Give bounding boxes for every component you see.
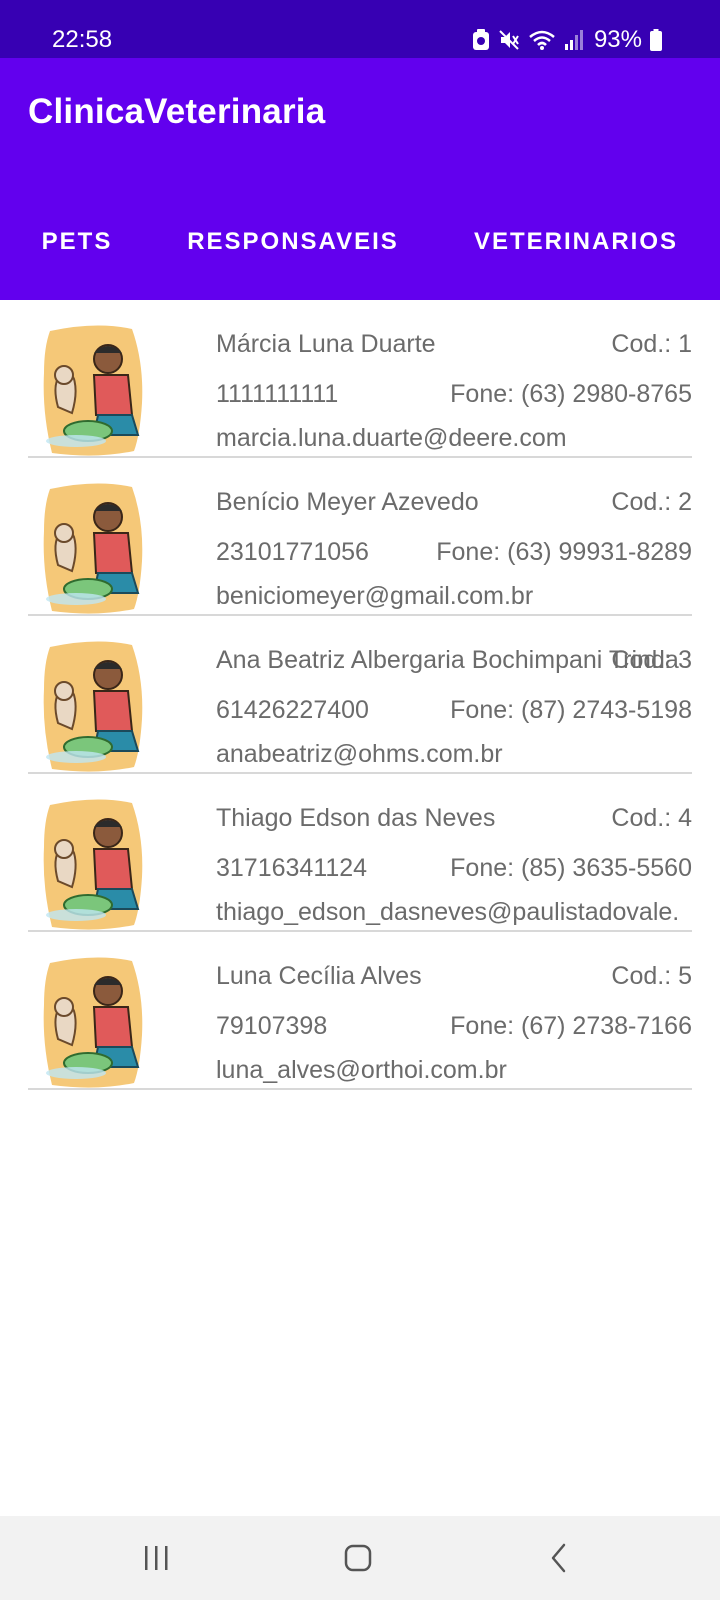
responsavel-email: luna_alves@orthoi.com.br: [216, 1056, 507, 1084]
responsavel-phone: Fone: (87) 2743-5198: [450, 696, 692, 724]
home-icon[interactable]: [328, 1536, 388, 1580]
responsavel-cpf: 31716341124: [216, 854, 368, 882]
responsaveis-list: Márcia Luna Duarte Cod.: 1 1111111111 Fo…: [28, 300, 692, 1090]
responsavel-cod: Cod.: 1: [611, 330, 692, 358]
signal-icon: [564, 29, 584, 51]
responsavel-info: Benício Meyer Azevedo Cod.: 2 2310177105…: [216, 458, 692, 614]
system-nav-bar: [0, 1516, 720, 1600]
responsavel-cod: Cod.: 4: [611, 804, 692, 832]
responsavel-email: beniciomeyer@gmail.com.br: [216, 582, 534, 610]
responsavel-email: marcia.luna.duarte@deere.com: [216, 424, 567, 452]
list-item[interactable]: Márcia Luna Duarte Cod.: 1 1111111111 Fo…: [28, 300, 692, 458]
battery-icon: [650, 29, 662, 51]
wifi-icon: [528, 29, 556, 51]
pet-owner-avatar: [36, 639, 148, 773]
responsavel-info: Ana Beatriz Albergaria Bochimpani Trinda…: [216, 616, 692, 772]
responsavel-cpf: 61426227400: [216, 696, 369, 724]
list-item[interactable]: Benício Meyer Azevedo Cod.: 2 2310177105…: [28, 458, 692, 616]
responsavel-phone: Fone: (67) 2738-7166: [450, 1012, 692, 1040]
status-icons: 93%: [472, 24, 662, 56]
list-item[interactable]: Ana Beatriz Albergaria Bochimpani Trinda…: [28, 616, 692, 774]
responsavel-info: Luna Cecília Alves Cod.: 5 79107398 Fone…: [216, 932, 692, 1088]
tab-bar: PETS RESPONSAVEIS VETERINARIOS: [0, 184, 720, 300]
back-icon[interactable]: [530, 1536, 590, 1580]
responsavel-phone: Fone: (85) 3635-5560: [450, 854, 692, 882]
battery-percent: 93%: [593, 26, 642, 53]
responsavel-name: Thiago Edson das Neves: [216, 804, 496, 832]
tab-pets[interactable]: PETS: [0, 184, 154, 300]
responsavel-cpf: 1111111111: [216, 380, 339, 408]
responsavel-name: Márcia Luna Duarte: [216, 330, 436, 358]
status-bar: 22:58 93%: [0, 0, 720, 58]
list-item[interactable]: Luna Cecília Alves Cod.: 5 79107398 Fone…: [28, 932, 692, 1090]
responsavel-name: Ana Beatriz Albergaria Bochimpani Trinda: [216, 646, 679, 674]
list-item[interactable]: Thiago Edson das Neves Cod.: 4 317163411…: [28, 774, 692, 932]
tab-veterinarios[interactable]: VETERINARIOS: [432, 184, 720, 300]
pet-owner-avatar: [36, 955, 148, 1089]
responsavel-email: thiago_edson_dasneves@paulistadovale.: [216, 898, 680, 926]
responsavel-email: anabeatriz@ohms.com.br: [216, 740, 503, 768]
responsavel-cod: Cod.: 2: [611, 488, 692, 516]
app-bar: ClinicaVeterinaria PETS RESPONSAVEIS VET…: [0, 58, 720, 300]
pet-owner-avatar: [36, 323, 148, 457]
tab-responsaveis[interactable]: RESPONSAVEIS: [154, 184, 432, 300]
android-notification-icon: [472, 29, 490, 51]
responsavel-cpf: 79107398: [216, 1012, 328, 1040]
responsavel-cpf: 23101771056: [216, 538, 369, 566]
responsavel-phone: Fone: (63) 99931-8289: [436, 538, 692, 566]
mute-icon: [498, 29, 520, 51]
pet-owner-avatar: [36, 797, 148, 931]
responsavel-info: Thiago Edson das Neves Cod.: 4 317163411…: [216, 774, 692, 930]
responsavel-cod: Cod.: 5: [611, 962, 692, 990]
responsavel-name: Luna Cecília Alves: [216, 962, 422, 990]
status-time: 22:58: [52, 26, 113, 53]
responsavel-name: Benício Meyer Azevedo: [216, 488, 479, 516]
responsavel-cod: Cod.: 3: [611, 646, 692, 674]
app-title: ClinicaVeterinaria: [28, 92, 326, 131]
recent-apps-icon[interactable]: [126, 1536, 186, 1580]
pet-owner-avatar: [36, 481, 148, 615]
responsavel-phone: Fone: (63) 2980-8765: [450, 380, 692, 408]
responsavel-info: Márcia Luna Duarte Cod.: 1 1111111111 Fo…: [216, 300, 692, 456]
